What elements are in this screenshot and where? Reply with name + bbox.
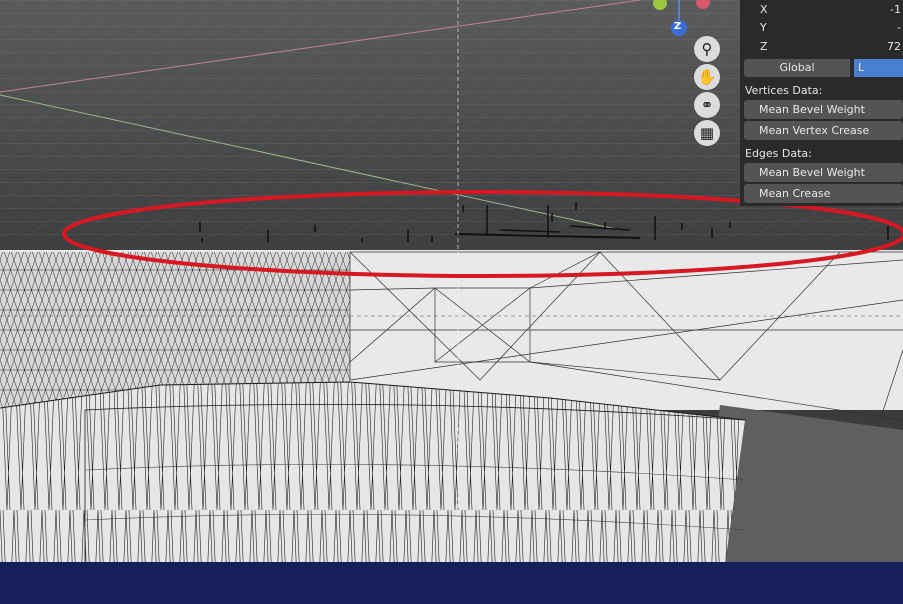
bottom-status-bar (0, 562, 903, 604)
y-field[interactable]: Y - (744, 19, 903, 37)
z-axis-label[interactable]: Z (674, 21, 681, 32)
x-value: -1 (890, 3, 901, 16)
hand-pan-icon[interactable]: ✋ (694, 64, 720, 90)
camera-icon[interactable]: ⚭ (694, 92, 720, 118)
vertex-mean-bevel-weight-field[interactable]: Mean Bevel Weight (744, 100, 903, 119)
mean-vertex-crease-field[interactable]: Mean Vertex Crease (744, 121, 903, 140)
x-field[interactable]: X -1 (744, 1, 903, 19)
z-value: 72 (887, 40, 901, 53)
z-label: Z (760, 40, 768, 53)
mean-crease-field[interactable]: Mean Crease (744, 184, 903, 203)
edge-mean-bevel-weight-field[interactable]: Mean Bevel Weight (744, 163, 903, 182)
3d-viewport[interactable]: Z ⚲ ✋ ⚭ ▦ X -1 Y - Z 72 Global L Vertice… (0, 0, 903, 604)
grid-perspective-icon[interactable]: ▦ (694, 120, 720, 146)
y-label: Y (760, 21, 767, 34)
edges-data-label: Edges Data: (745, 147, 812, 160)
vertices-data-label: Vertices Data: (745, 84, 823, 97)
z-field[interactable]: Z 72 (744, 38, 903, 56)
y-value: - (897, 21, 901, 34)
x-label: X (760, 3, 768, 16)
zoom-icon[interactable]: ⚲ (694, 36, 720, 62)
lower-mesh-band (0, 382, 745, 565)
global-toggle[interactable]: Global (744, 59, 850, 77)
n-panel: X -1 Y - Z 72 Global L Vertices Data: Me… (740, 0, 903, 206)
local-toggle[interactable]: L (854, 59, 903, 77)
